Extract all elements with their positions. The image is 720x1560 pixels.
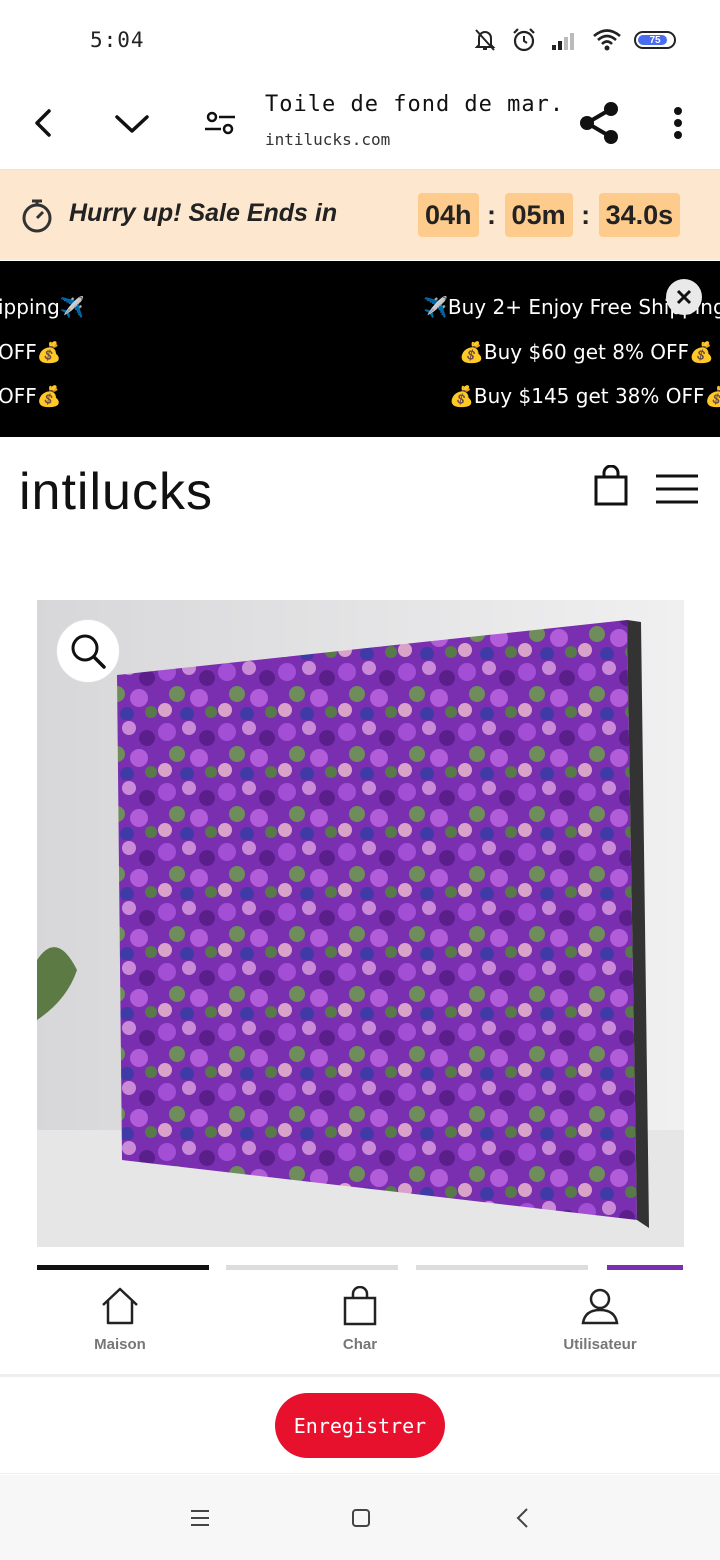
signal-icon bbox=[552, 33, 574, 50]
countdown-timer: 04h : 05m : 34.0s bbox=[418, 193, 681, 237]
bottom-nav: Maison Char Utilisateur bbox=[0, 1272, 720, 1377]
shopping-bag-icon[interactable] bbox=[593, 464, 629, 511]
timer-minutes: 05m bbox=[504, 193, 573, 237]
promo-left-line-1: ipping✈️ bbox=[0, 295, 85, 319]
site-header: intilucks bbox=[0, 437, 720, 547]
nav-item-user[interactable]: Utilisateur bbox=[530, 1286, 670, 1353]
site-logo[interactable]: intilucks bbox=[19, 462, 213, 522]
timer-hours: 04h bbox=[418, 193, 479, 237]
promo-marquee: ipping✈️ OFF💰 OFF💰 ✈️Buy 2+ Enjoy Free S… bbox=[0, 261, 720, 437]
thumbnail[interactable] bbox=[416, 1265, 588, 1270]
status-time: 5:04 bbox=[90, 28, 145, 52]
more-vert-icon[interactable] bbox=[653, 98, 703, 148]
page-title[interactable]: Toile de fond de mar... bbox=[265, 92, 565, 117]
back-arrow-icon[interactable] bbox=[18, 98, 68, 148]
bell-muted-icon bbox=[474, 29, 496, 51]
thumbnail[interactable] bbox=[226, 1265, 398, 1270]
browser-toolbar: Toile de fond de mar... intilucks.com bbox=[0, 80, 720, 170]
promo-left-line-3: OFF💰 bbox=[0, 384, 62, 408]
page-domain[interactable]: intilucks.com bbox=[265, 130, 390, 149]
status-bar: 5:04 75 bbox=[0, 0, 720, 80]
thumbnail[interactable] bbox=[607, 1265, 683, 1270]
nav-label: Char bbox=[342, 1336, 378, 1353]
system-nav bbox=[0, 1475, 720, 1560]
home-icon bbox=[102, 1287, 138, 1325]
battery-level: 75 bbox=[649, 34, 661, 46]
promo-right-line-3: 💰Buy $145 get 38% OFF💰 bbox=[449, 384, 720, 408]
tune-icon[interactable] bbox=[195, 98, 245, 148]
nav-item-cart[interactable]: Char bbox=[290, 1286, 430, 1353]
user-icon bbox=[581, 1288, 619, 1325]
back-icon[interactable] bbox=[502, 1503, 542, 1533]
close-icon[interactable] bbox=[666, 279, 702, 315]
gallery-thumbnails bbox=[37, 1265, 720, 1271]
nav-item-home[interactable]: Maison bbox=[50, 1286, 190, 1353]
flower-wall-image bbox=[37, 600, 684, 1247]
chevron-down-icon[interactable] bbox=[107, 98, 157, 148]
register-button[interactable]: Enregistrer bbox=[275, 1393, 445, 1458]
share-icon[interactable] bbox=[574, 98, 624, 148]
promo-left-line-2: OFF💰 bbox=[0, 340, 62, 364]
timer-separator: : bbox=[487, 199, 497, 230]
timer-seconds: 34.0s bbox=[598, 193, 681, 237]
stopwatch-icon bbox=[20, 198, 54, 238]
home-square-icon[interactable] bbox=[341, 1503, 381, 1533]
bag-icon bbox=[343, 1286, 377, 1326]
thumbnail-active[interactable] bbox=[37, 1265, 209, 1270]
timer-separator: : bbox=[581, 199, 591, 230]
alarm-icon bbox=[513, 28, 535, 52]
hamburger-menu-icon[interactable] bbox=[655, 473, 699, 509]
status-icons: 75 bbox=[472, 26, 676, 54]
promo-right-line-2: 💰Buy $60 get 8% OFF💰 bbox=[459, 340, 714, 364]
zoom-icon[interactable] bbox=[56, 619, 120, 683]
nav-label: Utilisateur bbox=[563, 1336, 637, 1353]
sale-banner: Hurry up! Sale Ends in 04h : 05m : 34.0s bbox=[0, 170, 720, 260]
menu-icon[interactable] bbox=[180, 1503, 220, 1533]
sale-text: Hurry up! Sale Ends in bbox=[69, 199, 338, 227]
wifi-icon bbox=[593, 29, 621, 51]
battery-icon: 75 bbox=[634, 31, 676, 49]
register-area: Enregistrer bbox=[0, 1380, 720, 1474]
product-image[interactable] bbox=[37, 600, 684, 1247]
nav-label: Maison bbox=[94, 1336, 146, 1353]
